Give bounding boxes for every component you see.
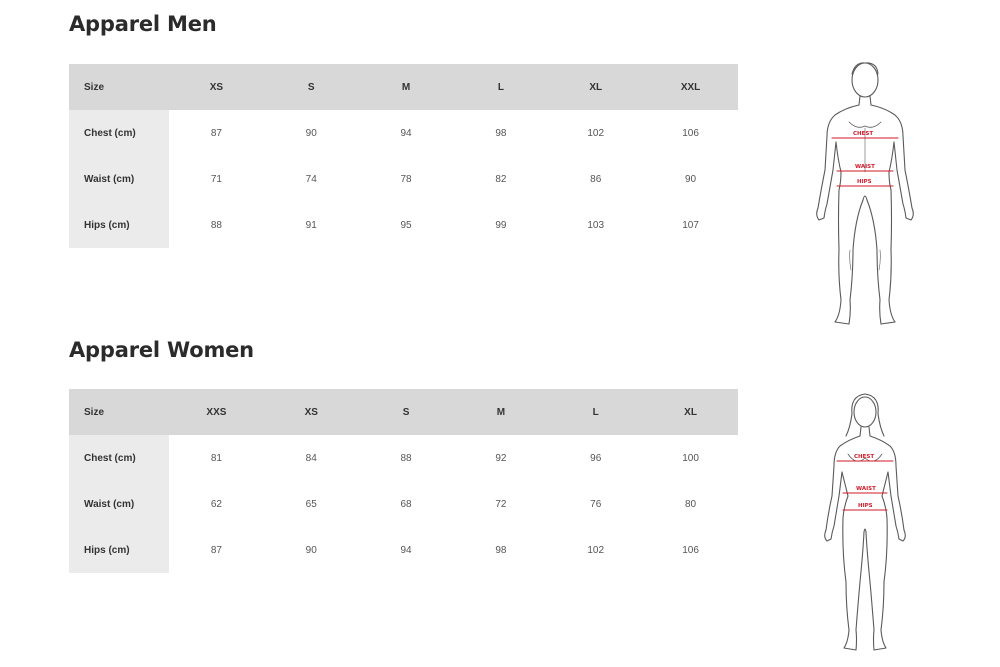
table-cell: 84 <box>263 435 359 481</box>
column-header: XS <box>209 81 224 93</box>
column-header: L <box>497 81 504 93</box>
table-cell: 103 <box>548 202 644 248</box>
table-cell: 107 <box>643 202 738 248</box>
column-header: XXL <box>680 81 701 93</box>
female-body-measurement-illustration: CHEST WAIST HIPS <box>824 393 906 651</box>
row-label: Waist (cm) <box>69 481 169 527</box>
table-cell: 106 <box>643 527 738 573</box>
table-row: Chest (cm) 81 84 88 92 96 100 <box>69 435 738 481</box>
table-cell: 88 <box>358 435 454 481</box>
table-cell: 102 <box>548 110 644 156</box>
table-cell: 81 <box>169 435 264 481</box>
column-header-size: Size <box>84 406 105 418</box>
table-cell: 92 <box>453 435 549 481</box>
table-cell: 68 <box>358 481 454 527</box>
table-cell: 90 <box>263 527 359 573</box>
table-row: Waist (cm) 62 65 68 72 76 80 <box>69 481 738 527</box>
table-cell: 102 <box>548 527 644 573</box>
table-cell: 98 <box>453 527 549 573</box>
row-label: Hips (cm) <box>69 527 169 573</box>
table-cell: 62 <box>169 481 264 527</box>
table-cell: 78 <box>358 156 454 202</box>
table-cell: 106 <box>643 110 738 156</box>
table-cell: 96 <box>548 435 644 481</box>
table-cell: 74 <box>263 156 359 202</box>
table-cell: 91 <box>263 202 359 248</box>
chest-label: CHEST <box>853 131 873 137</box>
column-header: M <box>496 406 506 418</box>
table-cell: 90 <box>643 156 738 202</box>
table-cell: 80 <box>643 481 738 527</box>
row-label: Hips (cm) <box>69 202 169 248</box>
men-size-table: Size XS S M L XL XXL Chest (cm) 87 90 94… <box>69 64 738 248</box>
row-label: Waist (cm) <box>69 156 169 202</box>
table-cell: 87 <box>169 110 264 156</box>
table-header-row: Size XS S M L XL XXL <box>69 64 738 110</box>
chest-label: CHEST <box>854 454 874 460</box>
column-header: M <box>401 81 411 93</box>
column-header: S <box>402 406 410 418</box>
row-label: Chest (cm) <box>69 110 169 156</box>
column-header: S <box>307 81 315 93</box>
table-row: Chest (cm) 87 90 94 98 102 106 <box>69 110 738 156</box>
table-header-row: Size XXS XS S M L XL <box>69 389 738 435</box>
column-header: XS <box>304 406 318 418</box>
table-cell: 100 <box>643 435 738 481</box>
hips-label: HIPS <box>857 179 872 185</box>
column-header-size: Size <box>84 81 105 93</box>
table-cell: 65 <box>263 481 359 527</box>
column-header: XXS <box>206 406 227 418</box>
women-size-table: Size XXS XS S M L XL Chest (cm) 81 84 88… <box>69 389 738 573</box>
table-cell: 94 <box>358 110 454 156</box>
table-cell: 82 <box>453 156 549 202</box>
table-row: Hips (cm) 88 91 95 99 103 107 <box>69 202 738 248</box>
table-row: Hips (cm) 87 90 94 98 102 106 <box>69 527 738 573</box>
table-cell: 71 <box>169 156 264 202</box>
table-cell: 87 <box>169 527 264 573</box>
male-body-measurement-illustration: CHEST WAIST HIPS <box>816 62 914 325</box>
table-cell: 98 <box>453 110 549 156</box>
waist-label: WAIST <box>855 164 875 170</box>
row-label: Chest (cm) <box>69 435 169 481</box>
column-header: XL <box>684 406 697 418</box>
table-cell: 94 <box>358 527 454 573</box>
table-cell: 88 <box>169 202 264 248</box>
women-section-title: Apparel Women <box>69 338 254 362</box>
hips-label: HIPS <box>858 503 873 509</box>
table-cell: 72 <box>453 481 549 527</box>
table-cell: 86 <box>548 156 644 202</box>
waist-label: WAIST <box>856 486 876 492</box>
table-cell: 90 <box>263 110 359 156</box>
table-cell: 99 <box>453 202 549 248</box>
table-cell: 76 <box>548 481 644 527</box>
column-header: L <box>592 406 599 418</box>
table-row: Waist (cm) 71 74 78 82 86 90 <box>69 156 738 202</box>
column-header: XL <box>589 81 603 93</box>
men-section-title: Apparel Men <box>69 12 217 36</box>
table-cell: 95 <box>358 202 454 248</box>
